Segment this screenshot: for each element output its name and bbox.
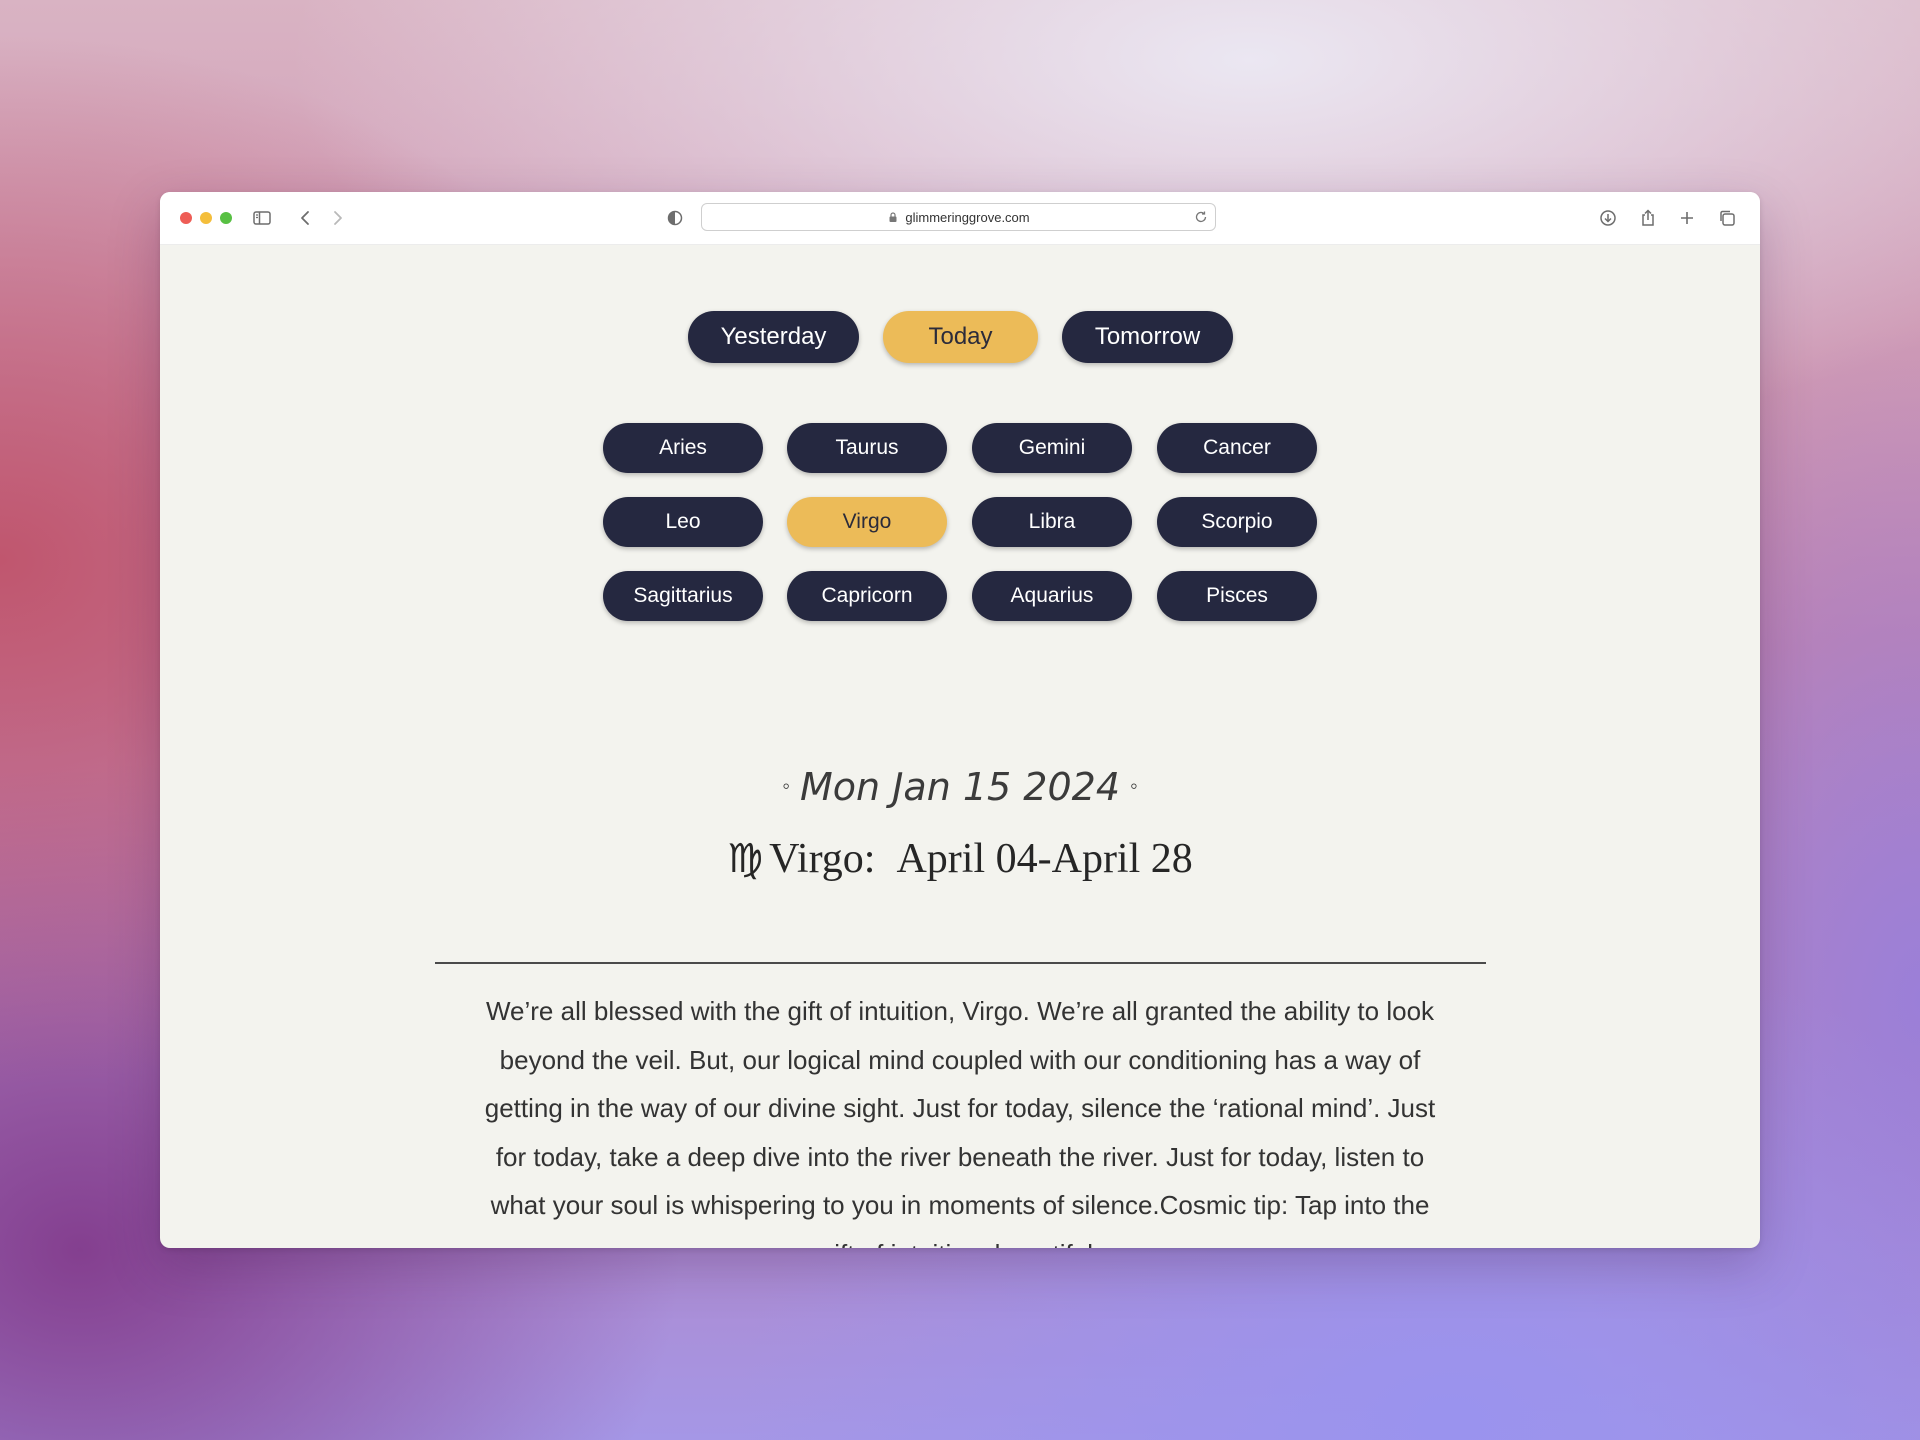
date-ornament-left: ◦ — [782, 773, 790, 799]
new-tab-icon[interactable] — [1675, 206, 1699, 230]
sign-scorpio-button[interactable]: Scorpio — [1157, 497, 1317, 547]
tab-today[interactable]: Today — [883, 311, 1038, 363]
date-text: Mon Jan 15 2024 — [800, 765, 1120, 809]
reload-icon[interactable] — [1193, 209, 1209, 225]
tab-tomorrow[interactable]: Tomorrow — [1062, 311, 1233, 363]
back-icon[interactable] — [294, 206, 318, 230]
sign-gemini-button[interactable]: Gemini — [972, 423, 1132, 473]
sign-capricorn-button[interactable]: Capricorn — [787, 571, 947, 621]
browser-toolbar: glimmeringgrove.com — [160, 192, 1760, 245]
horoscope-date: ◦ Mon Jan 15 2024 ◦ — [160, 765, 1760, 809]
share-icon[interactable] — [1636, 206, 1660, 230]
close-window-button[interactable] — [180, 212, 192, 224]
browser-window: glimmeringgrove.com Yesterday Today Tomo… — [160, 192, 1760, 1248]
sign-pisces-button[interactable]: Pisces — [1157, 571, 1317, 621]
sign-virgo-button[interactable]: Virgo — [787, 497, 947, 547]
sign-heading: ♍ Virgo: April 04-April 28 — [160, 835, 1760, 883]
url-text: glimmeringgrove.com — [905, 209, 1030, 225]
forward-icon[interactable] — [325, 206, 349, 230]
sign-leo-button[interactable]: Leo — [603, 497, 763, 547]
privacy-shield-icon[interactable] — [663, 206, 687, 230]
sign-aquarius-button[interactable]: Aquarius — [972, 571, 1132, 621]
sign-sagittarius-button[interactable]: Sagittarius — [603, 571, 763, 621]
divider — [435, 962, 1486, 964]
sign-date-range: April 04-April 28 — [896, 836, 1193, 882]
minimize-window-button[interactable] — [200, 212, 212, 224]
sign-aries-button[interactable]: Aries — [603, 423, 763, 473]
lock-icon — [889, 212, 897, 222]
tab-overview-icon[interactable] — [1715, 206, 1739, 230]
tab-yesterday[interactable]: Yesterday — [688, 311, 859, 363]
virgo-symbol-icon: ♍ — [727, 836, 764, 882]
sign-libra-button[interactable]: Libra — [972, 497, 1132, 547]
download-icon[interactable] — [1596, 206, 1620, 230]
sign-name: Virgo: — [769, 836, 876, 882]
sign-cancer-button[interactable]: Cancer — [1157, 423, 1317, 473]
sidebar-toggle-icon[interactable] — [250, 206, 274, 230]
horoscope-text: We’re all blessed with the gift of intui… — [484, 996, 1436, 1248]
sign-taurus-button[interactable]: Taurus — [787, 423, 947, 473]
maximize-window-button[interactable] — [220, 212, 232, 224]
address-bar[interactable]: glimmeringgrove.com — [701, 203, 1216, 231]
date-ornament-right: ◦ — [1130, 773, 1138, 799]
